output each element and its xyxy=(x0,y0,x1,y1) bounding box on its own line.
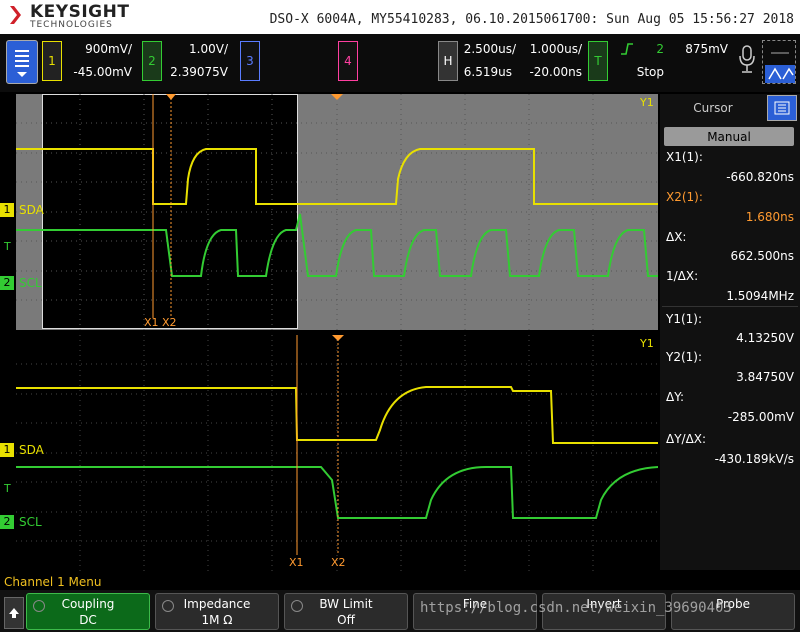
x1-value: -660.820ns xyxy=(726,170,794,184)
delta-x-value: 662.500ns xyxy=(730,249,794,263)
brand-name: KEYSIGHT xyxy=(30,2,130,22)
overview-x1-label[interactable]: X1 xyxy=(144,316,159,329)
cursor-mode-button[interactable]: Manual xyxy=(664,127,794,146)
menu-icon xyxy=(15,50,29,77)
y2-label: Y2(1): xyxy=(666,350,703,364)
zoomed-grid xyxy=(16,335,658,571)
zoomed-trigger-t: T xyxy=(4,482,11,495)
channel-1-scale: 900mV/ xyxy=(85,42,132,56)
panel-menu-button[interactable] xyxy=(767,95,797,121)
overview-ch1-marker[interactable]: 1 xyxy=(0,203,14,217)
impedance-softkey[interactable]: Impedance 1M Ω xyxy=(155,593,279,630)
overview-delay-marker xyxy=(331,94,343,100)
bw-limit-softkey[interactable]: BW Limit Off xyxy=(284,593,408,630)
zoomed-scl-label: SCL xyxy=(19,515,42,529)
softkey-label: Coupling xyxy=(61,597,115,611)
zoomed-x2-label[interactable]: X2 xyxy=(331,556,346,569)
cursor-tab[interactable]: Cursor xyxy=(664,97,762,119)
watermark: https://blog.csdn.net/weixin_39690403 xyxy=(420,600,732,616)
channel-2-scale: 1.00V/ xyxy=(189,42,228,56)
zoomed-trigger-marker xyxy=(332,335,344,341)
softkey-label: BW Limit xyxy=(319,597,373,611)
zoomed-waveforms xyxy=(16,335,658,571)
softkey-value: Off xyxy=(337,613,355,627)
zoomed-scl-trace xyxy=(16,466,658,519)
overview-ch2-marker[interactable]: 2 xyxy=(0,276,14,290)
softkey-value: 1M Ω xyxy=(201,613,233,627)
overview-grid xyxy=(16,94,658,330)
x2-value: 1.680ns xyxy=(745,210,794,224)
delta-y-over-delta-x-label: ΔY/ΔX: xyxy=(666,432,707,446)
y2-value: 3.84750V xyxy=(736,370,794,384)
softkey-value: DC xyxy=(79,613,97,627)
inverse-delta-x-label: 1/ΔX: xyxy=(666,269,699,283)
cursor-divider xyxy=(662,306,798,307)
microphone-icon[interactable] xyxy=(738,44,756,76)
keysight-logo-icon xyxy=(10,6,21,24)
overview-scl-label: SCL xyxy=(19,276,42,290)
channel-2-offset: 2.39075V xyxy=(170,65,228,79)
channel-2-button[interactable]: 2 xyxy=(142,41,162,81)
zoomed-y1-label[interactable]: Y1 xyxy=(640,337,654,350)
trigger-level: 875mV xyxy=(685,42,728,56)
channel-1-offset: -45.00mV xyxy=(73,65,132,79)
brand-subtitle: TECHNOLOGIES xyxy=(30,20,113,30)
channel-1-button[interactable]: 1 xyxy=(42,41,62,81)
delta-y-label: ΔY: xyxy=(666,390,684,404)
delay-scale: 1.000us/ xyxy=(529,42,582,56)
overview-sda-label: SDA xyxy=(19,203,44,217)
run-state: Stop xyxy=(636,65,664,79)
zoomed-ch1-marker[interactable]: 1 xyxy=(0,443,14,457)
trigger-source: 2 xyxy=(656,42,664,56)
overview-sda-trace xyxy=(16,148,658,205)
channel-4-button[interactable]: 4 xyxy=(338,41,358,81)
overview-waveforms xyxy=(16,94,658,330)
delta-y-value: -285.00mV xyxy=(727,410,794,424)
menu-title: Channel 1 Menu xyxy=(4,575,102,589)
timebase-position: 6.519us xyxy=(463,65,512,79)
instrument-info: DSO-X 6004A, MY55410283, 06.10.201506170… xyxy=(269,12,794,27)
delay-value: -20.00ns xyxy=(529,65,582,79)
overview-trigger-t: T xyxy=(4,240,11,253)
x1-label: X1(1): xyxy=(666,150,703,164)
horizontal-button[interactable]: H xyxy=(438,41,458,81)
delta-y-over-delta-x-value: -430.189kV/s xyxy=(714,452,794,466)
channel-3-button[interactable]: 3 xyxy=(240,41,260,81)
inverse-delta-x-value: 1.5094MHz xyxy=(726,289,794,303)
measure-icon xyxy=(765,52,795,83)
rising-edge-icon xyxy=(621,43,633,55)
zoomed-sda-label: SDA xyxy=(19,443,44,457)
zoomed-ch2-marker[interactable]: 2 xyxy=(0,515,14,529)
zoomed-x1-label[interactable]: X1 xyxy=(289,556,304,569)
trigger-button[interactable]: T xyxy=(588,41,608,81)
timebase-scale: 2.500us/ xyxy=(463,42,516,56)
y1-value: 4.13250V xyxy=(736,331,794,345)
overview-y1-label[interactable]: Y1 xyxy=(640,96,654,109)
back-button[interactable] xyxy=(4,597,24,629)
overview-trigger-marker xyxy=(166,94,176,100)
main-menu-button[interactable] xyxy=(6,40,38,84)
x2-label: X2(1): xyxy=(666,190,703,204)
up-arrow-icon xyxy=(9,608,19,618)
delta-x-label: ΔX: xyxy=(666,230,687,244)
softkey-label: Impedance xyxy=(183,597,251,611)
coupling-softkey[interactable]: Coupling DC xyxy=(26,593,150,630)
overview-x2-label[interactable]: X2 xyxy=(162,316,177,329)
y1-label: Y1(1): xyxy=(666,312,703,326)
waveform-label-button[interactable] xyxy=(762,40,796,84)
list-icon xyxy=(774,101,790,115)
